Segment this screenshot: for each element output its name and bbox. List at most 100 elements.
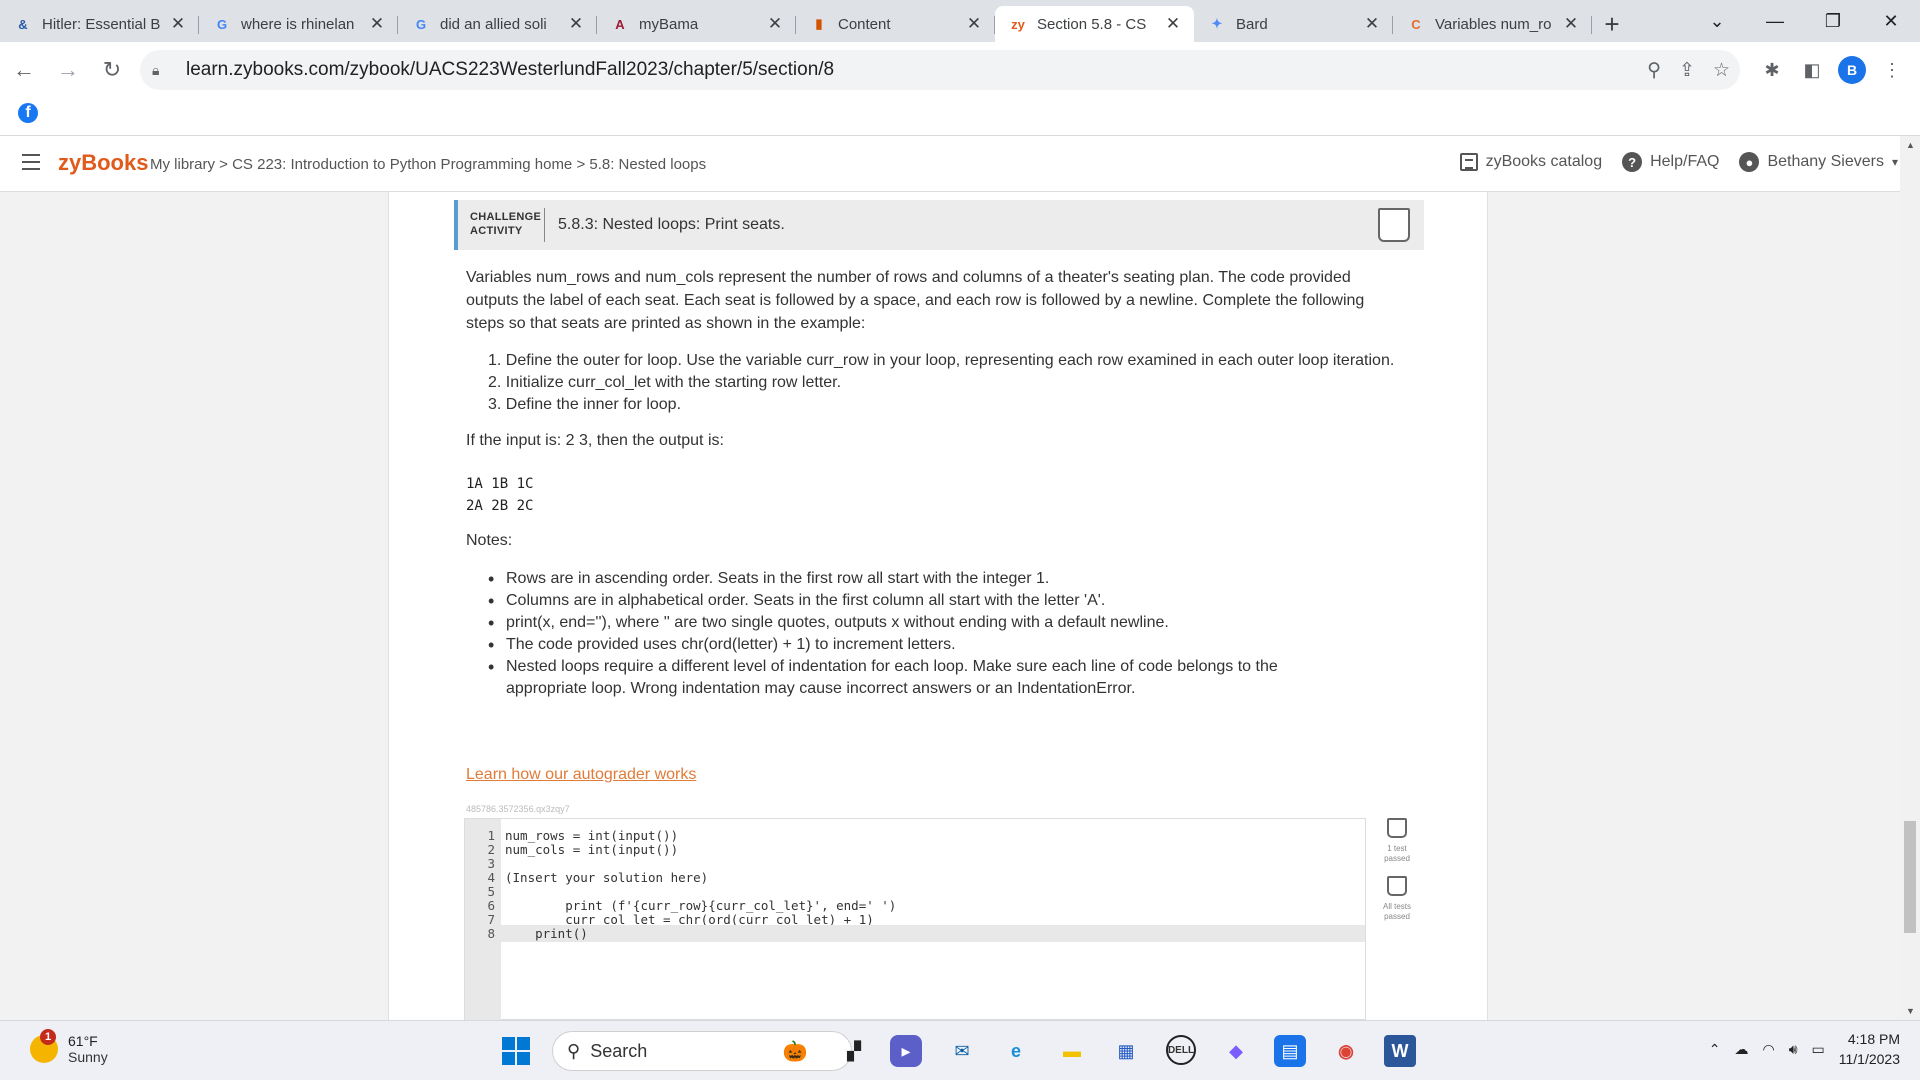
- zoom-icon[interactable]: ⚲: [1647, 59, 1661, 82]
- word-icon[interactable]: W: [1384, 1035, 1416, 1067]
- activity-description: Variables num_rows and num_cols represen…: [466, 269, 1365, 332]
- chevron-up-icon[interactable]: ⌃: [1709, 1041, 1721, 1058]
- test-status-label: All tests passed: [1382, 902, 1411, 921]
- divider: [544, 208, 545, 242]
- user-name: Bethany Sievers: [1767, 153, 1884, 170]
- store-icon[interactable]: ▦: [1110, 1035, 1142, 1067]
- tab-close-icon[interactable]: ✕: [567, 14, 585, 34]
- tab-close-icon[interactable]: ✕: [1363, 14, 1381, 34]
- onedrive-icon[interactable]: ☁: [1734, 1041, 1748, 1058]
- tab-favicon-icon: zy: [1011, 16, 1025, 32]
- menu-icon[interactable]: ⋮: [1876, 54, 1908, 86]
- user-menu[interactable]: ● Bethany Sievers ▾: [1739, 152, 1898, 172]
- notification-badge: 1: [40, 1029, 56, 1045]
- teams-icon[interactable]: ▸: [890, 1035, 922, 1067]
- temperature: 61°F: [68, 1033, 98, 1049]
- test-status-label: 1 test passed: [1384, 844, 1410, 863]
- tab-close-icon[interactable]: ✕: [766, 14, 784, 34]
- test-badge-all: [1387, 876, 1407, 896]
- extensions-icon[interactable]: ✱: [1756, 54, 1788, 86]
- tab-close-icon[interactable]: ✕: [169, 14, 187, 34]
- clock[interactable]: 4:18 PM 11/1/2023: [1839, 1029, 1900, 1069]
- page-scrollbar[interactable]: ▲ ▼: [1900, 136, 1920, 1020]
- share-icon[interactable]: ⇪: [1679, 59, 1695, 82]
- tab-title: Bard: [1236, 15, 1268, 33]
- browser-tab[interactable]: AmyBama ✕: [597, 6, 796, 42]
- note-item: Nested loops require a different level o…: [488, 656, 1348, 700]
- scroll-up-icon[interactable]: ▲: [1906, 140, 1915, 150]
- step-item: 1. Define the outer for loop. Use the va…: [488, 352, 1395, 369]
- code-text: print(): [505, 926, 588, 941]
- copilot-icon[interactable]: ◆: [1220, 1035, 1252, 1067]
- weather-widget[interactable]: 1 61°F Sunny: [30, 1029, 108, 1065]
- browser-tab[interactable]: ▮ Content ✕: [796, 6, 995, 42]
- dell-icon[interactable]: DELL: [1166, 1035, 1196, 1065]
- volume-icon[interactable]: 🔊︎: [1789, 1041, 1798, 1058]
- browser-tab[interactable]: C Variables num_ro ✕: [1393, 6, 1592, 42]
- reload-button[interactable]: ↻: [92, 50, 132, 90]
- tab-favicon-icon: A: [615, 16, 625, 32]
- notes-list: Rows are in ascending order. Seats in th…: [488, 568, 1348, 700]
- zybooks-catalog-link[interactable]: zyBooks catalog: [1459, 153, 1602, 171]
- tab-separator: [1591, 16, 1592, 34]
- mail-icon[interactable]: ✉: [946, 1035, 978, 1067]
- activity-title: 5.8.3: Nested loops: Print seats.: [558, 216, 785, 233]
- tab-close-icon[interactable]: ✕: [965, 14, 983, 34]
- file-explorer-icon[interactable]: ▬: [1056, 1035, 1088, 1067]
- tab-close-icon[interactable]: ✕: [1164, 14, 1182, 34]
- line-number: 8: [487, 926, 495, 941]
- browser-tab[interactable]: ✦ Bard ✕: [1194, 6, 1393, 42]
- edge-icon[interactable]: e: [1000, 1035, 1032, 1067]
- note-item: The code provided uses chr(ord(letter) +…: [488, 634, 1348, 656]
- zybooks-logo[interactable]: zyBooks: [58, 150, 148, 176]
- code-line[interactable]: 8 print(): [465, 925, 1365, 942]
- autograder-link[interactable]: Learn how our autograder works: [466, 766, 696, 784]
- tab-title: where is rhinelan: [241, 15, 355, 33]
- notes-label: Notes:: [466, 532, 513, 549]
- help-faq-link[interactable]: ? Help/FAQ: [1622, 152, 1719, 172]
- scroll-down-icon[interactable]: ▼: [1906, 1006, 1915, 1016]
- lock-icon: 🔒︎: [152, 61, 160, 78]
- browser-tab[interactable]: zy Section 5.8 - CS ✕: [995, 6, 1194, 42]
- profile-avatar[interactable]: B: [1838, 56, 1866, 84]
- tab-favicon-icon: ✦: [1211, 16, 1223, 31]
- new-tab-button[interactable]: +: [1592, 6, 1632, 42]
- close-window-button[interactable]: ✕: [1862, 0, 1920, 42]
- tab-close-icon[interactable]: ✕: [368, 14, 386, 34]
- chrome-icon[interactable]: ◉: [1330, 1035, 1362, 1067]
- task-view-icon[interactable]: ▞: [838, 1035, 870, 1067]
- sun-icon: 1: [30, 1029, 58, 1063]
- facebook-icon[interactable]: f: [18, 103, 38, 123]
- tab-title: Content: [838, 15, 891, 33]
- completion-badge: [1378, 208, 1410, 242]
- code-editor[interactable]: 1 num_rows = int(input()) 2 num_cols = int(…: [464, 818, 1366, 1021]
- breadcrumb[interactable]: My library > CS 223: Introduction to Pyt…: [150, 156, 706, 173]
- address-bar[interactable]: 🔒︎ learn.zybooks.com/zybook/UACS223Weste…: [140, 50, 1740, 90]
- browser-tab[interactable]: & Hitler: Essential B ✕: [0, 6, 199, 42]
- bookmark-star-icon[interactable]: ☆: [1713, 59, 1730, 82]
- browser-toolbar: ← → ↻ 🔒︎ learn.zybooks.com/zybook/UACS22…: [0, 42, 1920, 98]
- calculator-icon[interactable]: ▤: [1274, 1035, 1306, 1067]
- tab-favicon-icon: C: [1411, 16, 1421, 32]
- scrollbar-thumb[interactable]: [1904, 821, 1916, 933]
- tab-favicon-icon: G: [415, 16, 427, 32]
- browser-tab[interactable]: Gdid an allied soli ✕: [398, 6, 597, 42]
- tab-close-icon[interactable]: ✕: [1562, 14, 1580, 34]
- battery-icon[interactable]: ▭: [1812, 1041, 1825, 1058]
- restore-button[interactable]: ❐: [1804, 0, 1862, 42]
- help-icon: ?: [1622, 152, 1643, 172]
- window-controls: ⌄ — ❐ ✕: [1688, 0, 1920, 42]
- browser-tab[interactable]: Gwhere is rhinelan ✕: [199, 6, 398, 42]
- activity-header: CHALLENGE ACTIVITY 5.8.3: Nested loops: …: [454, 200, 1424, 250]
- tab-title: Variables num_ro: [1435, 15, 1552, 33]
- back-button[interactable]: ←: [4, 50, 44, 90]
- catalog-icon: [1459, 153, 1478, 171]
- side-panel-icon[interactable]: ◧: [1796, 54, 1828, 86]
- forward-button[interactable]: →: [48, 50, 88, 90]
- minimize-button[interactable]: —: [1746, 0, 1804, 42]
- menu-hamburger-icon[interactable]: [22, 154, 40, 175]
- tab-search-icon[interactable]: ⌄: [1688, 0, 1746, 42]
- wifi-icon[interactable]: ◠: [1762, 1041, 1774, 1058]
- start-button[interactable]: [500, 1035, 532, 1067]
- tab-favicon-icon: G: [216, 16, 228, 32]
